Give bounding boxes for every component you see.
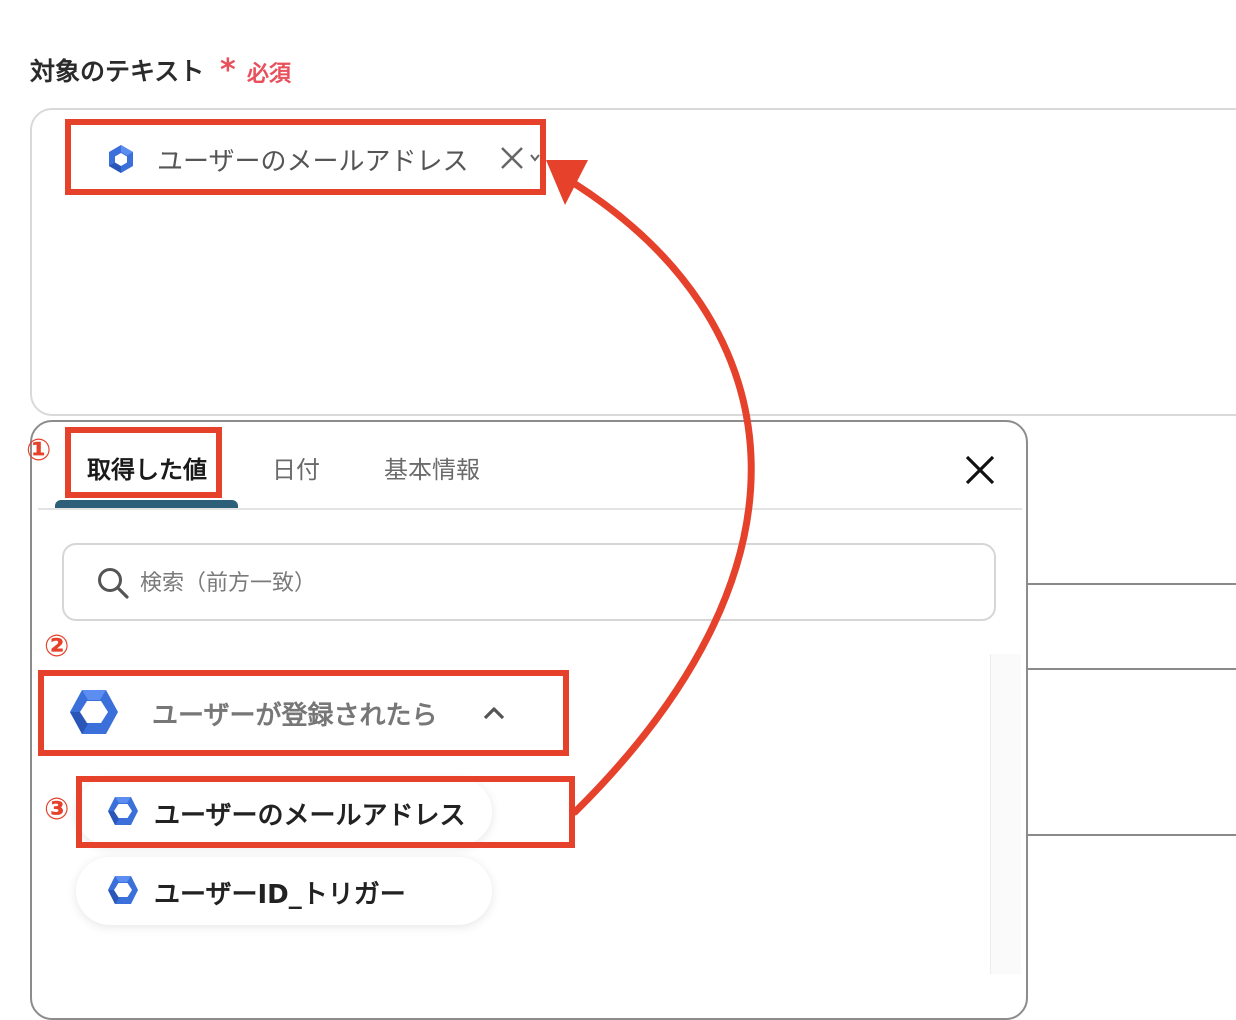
annotation-step-2: ② <box>44 629 70 664</box>
scrollbar[interactable] <box>990 654 1021 974</box>
annotation-box-group <box>38 670 569 756</box>
divider <box>1028 834 1236 836</box>
required-text: 必須 <box>247 62 292 87</box>
required-asterisk: * <box>220 53 236 88</box>
search-input[interactable] <box>138 562 962 604</box>
field-label: 対象のテキスト <box>30 57 205 86</box>
list-item-label: ユーザーID_トリガー <box>154 880 406 910</box>
divider <box>1028 583 1236 585</box>
tab-basic-info[interactable]: 基本情報 <box>384 450 480 485</box>
tabs-divider <box>38 508 1022 510</box>
close-icon[interactable] <box>962 452 998 488</box>
annotation-box-tab <box>65 427 222 498</box>
tab-date[interactable]: 日付 <box>272 450 320 485</box>
annotation-box-item <box>76 776 575 848</box>
active-tab-indicator <box>55 500 238 508</box>
search-icon <box>98 568 129 599</box>
google-workspace-hexagon-icon <box>108 876 138 904</box>
annotation-step-1: ① <box>26 433 52 468</box>
annotation-box-chip <box>65 119 546 195</box>
divider <box>1028 668 1236 670</box>
annotation-step-3: ③ <box>44 792 70 827</box>
